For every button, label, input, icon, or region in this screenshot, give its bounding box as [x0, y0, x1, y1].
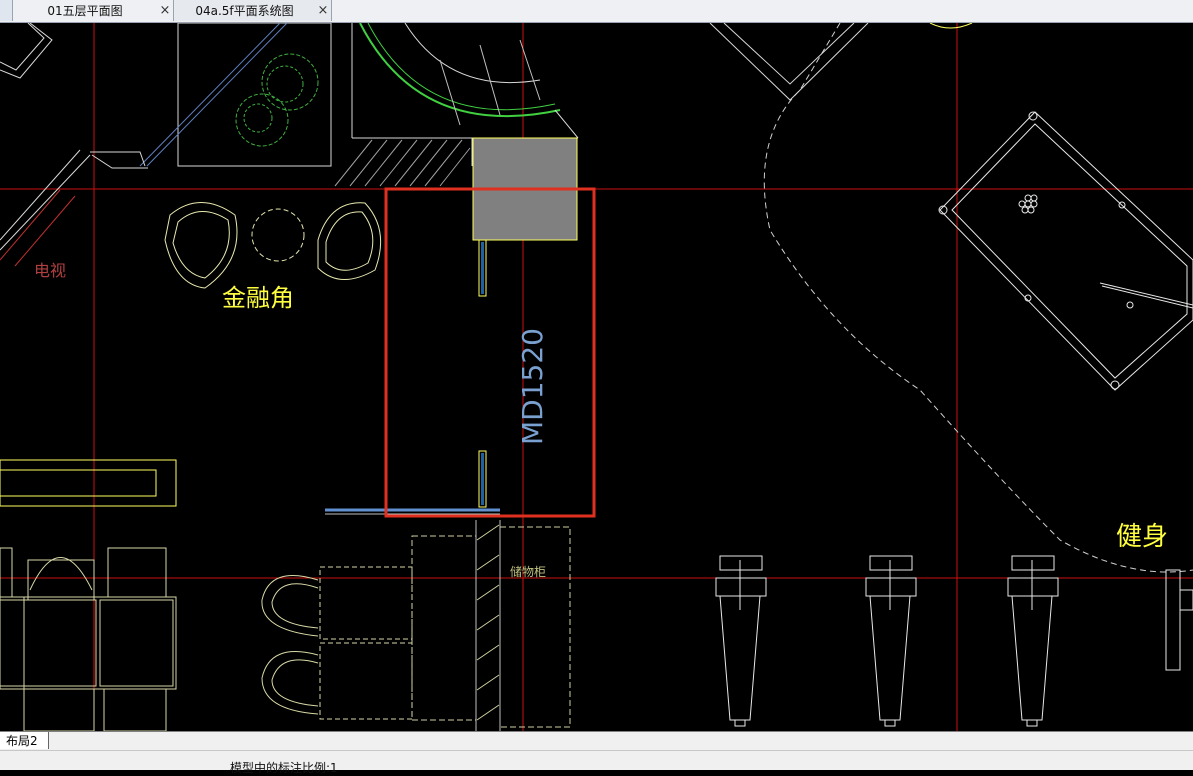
- gym-zone-boundary: [763, 22, 1193, 573]
- tab-label: 01五层平面图: [47, 4, 123, 18]
- tab-04a-system-plan[interactable]: 04a.5f平面系统图 ×: [174, 0, 332, 21]
- door-tag-label: MD1520: [516, 328, 549, 445]
- gym-label: 健身: [1116, 522, 1168, 552]
- drawing-canvas[interactable]: 电视 金融角 MD1520 储物柜 健身: [0, 22, 1193, 732]
- close-icon[interactable]: ×: [315, 3, 331, 18]
- wall-chevron: [709, 22, 869, 101]
- storage-label: 储物柜: [510, 564, 546, 579]
- door-md1520: [325, 239, 500, 515]
- tv-cabinet: [0, 459, 177, 507]
- dining-table: [0, 547, 177, 732]
- close-icon[interactable]: ×: [157, 3, 173, 18]
- tab-scroll-stub[interactable]: [0, 0, 13, 21]
- tab-01-floor-plan[interactable]: 01五层平面图 ×: [13, 0, 174, 21]
- document-tab-bar: 01五层平面图 × 04a.5f平面系统图 ×: [0, 0, 1193, 23]
- layout-tab-bar: 布局2: [0, 731, 1193, 750]
- ceiling-arc: [929, 22, 973, 29]
- layout-tab[interactable]: 布局2: [0, 732, 49, 749]
- hatched-wall: [334, 139, 471, 187]
- tv-label: 电视: [34, 261, 66, 280]
- layout-tab-label: 布局2: [6, 734, 38, 748]
- drawing-svg: 电视 金融角 MD1520 储物柜 健身: [0, 22, 1193, 732]
- shrub-icon: [235, 53, 319, 147]
- status-bar: 模型中的标注比例:1: [0, 750, 1193, 775]
- sofa-seats: [261, 566, 413, 720]
- lounge-chairs: [164, 202, 382, 289]
- storage-cabinet: [411, 520, 571, 731]
- tab-label: 04a.5f平面系统图: [195, 4, 294, 18]
- pool-table: [938, 111, 1193, 391]
- finance-corner-label: 金融角: [222, 284, 294, 312]
- gym-equipment: [715, 555, 1193, 727]
- annotation-scale-status: 模型中的标注比例:1: [230, 761, 338, 775]
- planter-area: [0, 22, 332, 267]
